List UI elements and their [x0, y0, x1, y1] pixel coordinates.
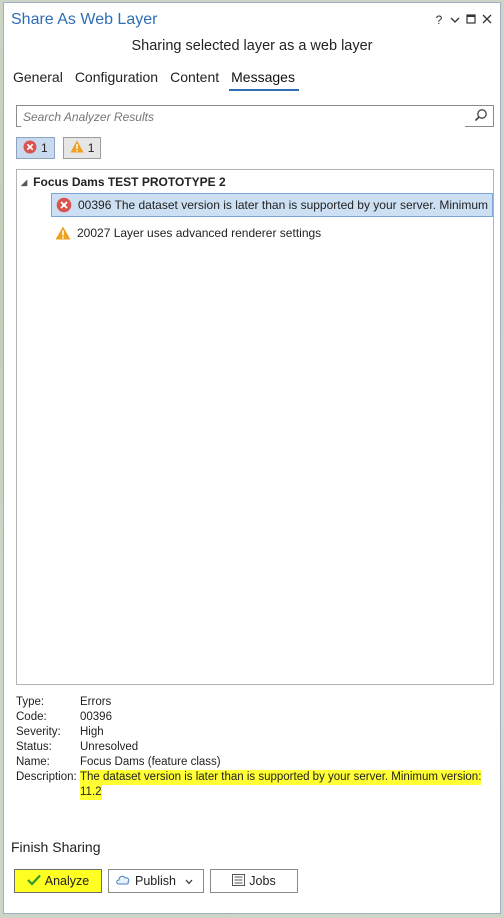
analyze-label: Analyze	[44, 874, 90, 888]
layer-group-label: Focus Dams TEST PROTOTYPE 2	[33, 175, 226, 189]
cloud-icon	[115, 874, 135, 888]
publish-label: Publish	[135, 874, 176, 888]
tab-messages[interactable]: Messages	[229, 69, 299, 91]
close-icon[interactable]	[480, 13, 494, 27]
error-icon	[23, 140, 37, 157]
errors-filter-button[interactable]: 1	[16, 137, 55, 159]
pane-title: Share As Web Layer	[11, 11, 158, 28]
severity-label: Severity:	[16, 726, 61, 738]
message-details: Type: Errors Code: 00396 Severity: High Sta…	[16, 695, 482, 800]
result-item-warning[interactable]: 20027 Layer uses advanced renderer setti…	[51, 221, 321, 245]
help-button[interactable]: ?	[432, 13, 446, 27]
name-label: Name:	[16, 756, 50, 768]
name-value: Focus Dams (feature class)	[80, 756, 221, 768]
tab-general[interactable]: General	[11, 69, 67, 91]
description-value-line2: 11.2	[80, 785, 102, 800]
type-value: Errors	[80, 696, 112, 708]
options-menu-icon[interactable]	[448, 13, 462, 27]
warnings-filter-button[interactable]: 1	[62, 137, 102, 159]
tab-content[interactable]: Content	[168, 69, 223, 91]
search-input[interactable]	[21, 107, 465, 127]
status-value: Unresolved	[80, 741, 139, 753]
warning-icon	[55, 226, 71, 240]
search-box	[16, 105, 494, 127]
result-item-text: 20027 Layer uses advanced renderer setti…	[77, 226, 322, 240]
layer-group[interactable]: ◢ Focus Dams TEST PROTOTYPE 2	[21, 175, 226, 189]
float-window-icon[interactable]	[464, 13, 478, 27]
result-item-text: 00396 The dataset version is later than …	[78, 198, 488, 212]
description-value-line1: The dataset version is later than is sup…	[80, 770, 482, 785]
warnings-count: 1	[87, 141, 95, 155]
code-value: 00396	[80, 711, 112, 723]
list-icon	[232, 873, 249, 889]
analyze-button[interactable]: Analyze	[14, 869, 102, 893]
finish-buttons: Analyze Publish Jobs	[14, 869, 298, 893]
jobs-label: Jobs	[249, 874, 276, 888]
pane-subtitle: Sharing selected layer as a web layer	[131, 38, 373, 54]
checkmark-icon	[26, 874, 45, 889]
tab-configuration[interactable]: Configuration	[73, 69, 162, 91]
type-label: Type:	[16, 696, 45, 708]
error-icon	[56, 197, 72, 213]
title-bar: Share As Web Layer ?	[4, 3, 500, 37]
severity-value: High	[80, 726, 104, 738]
errors-count: 1	[41, 141, 48, 155]
analyzer-results-tree: ◢ Focus Dams TEST PROTOTYPE 2 00396 The …	[16, 169, 494, 685]
status-label: Status:	[16, 741, 52, 753]
collapse-arrow-icon[interactable]: ◢	[21, 178, 27, 187]
description-label: Description:	[16, 771, 77, 783]
finish-sharing-heading: Finish Sharing	[11, 839, 101, 855]
tab-strip: General Configuration Content Messages	[11, 69, 305, 91]
code-label: Code:	[16, 711, 47, 723]
chevron-down-icon[interactable]	[185, 874, 197, 888]
filter-buttons: 1 1	[16, 137, 102, 159]
jobs-button[interactable]: Jobs	[210, 869, 298, 893]
share-web-layer-pane: Share As Web Layer ? Sharing selected la…	[3, 2, 501, 914]
publish-button[interactable]: Publish	[108, 869, 204, 893]
warning-icon	[70, 140, 84, 156]
search-icon[interactable]	[474, 108, 488, 127]
result-item-error[interactable]: 00396 The dataset version is later than …	[51, 193, 493, 217]
